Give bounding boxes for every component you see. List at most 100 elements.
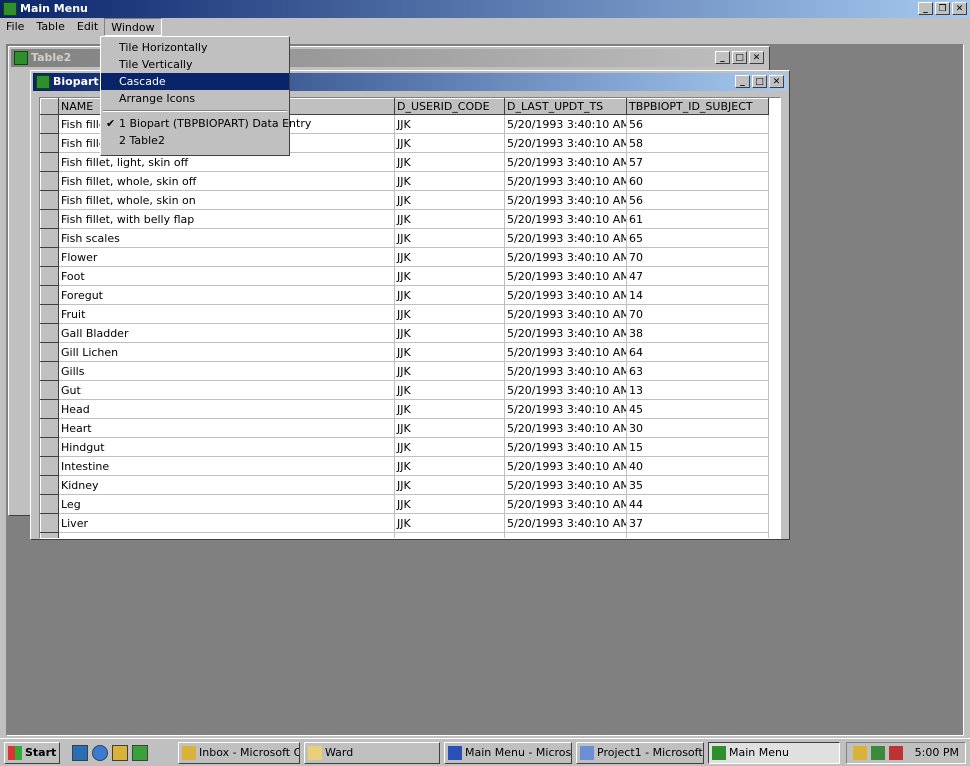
cell-last-updt[interactable]: 5/20/1993 3:40:10 AM	[504, 399, 627, 419]
taskbar-button-main-menu[interactable]: Main Menu	[708, 742, 840, 764]
cell-last-updt[interactable]: 5/20/1993 3:40:10 AM	[504, 513, 627, 533]
cell-last-updt[interactable]: 5/20/1993 3:40:10 AM	[504, 532, 627, 538]
cell-subject-id[interactable]: 15	[626, 437, 769, 457]
cell-userid[interactable]: JJK	[394, 247, 505, 267]
table-row[interactable]: Foot JJK 5/20/1993 3:40:10 AM 47	[40, 266, 769, 286]
menu-edit[interactable]: Edit	[71, 18, 104, 36]
cell-subject-id[interactable]: 30	[626, 418, 769, 438]
cell-subject-id[interactable]: 37	[626, 513, 769, 533]
cell-last-updt[interactable]: 5/20/1993 3:40:10 AM	[504, 266, 627, 286]
table-row[interactable]: Leg JJK 5/20/1993 3:40:10 AM 44	[40, 494, 769, 514]
table-row[interactable]: Fish fillet, with belly flap JJK 5/20/1993…	[40, 209, 769, 229]
window-menu-item[interactable]: Cascade	[101, 73, 289, 90]
cell-subject-id[interactable]: 58	[626, 133, 769, 153]
cell-userid[interactable]: JJK	[394, 475, 505, 495]
cell-userid[interactable]: JJK	[394, 342, 505, 362]
cell-subject-id[interactable]: 38	[626, 323, 769, 343]
cell-subject-id[interactable]: 30	[626, 532, 769, 538]
row-selector[interactable]	[40, 304, 59, 324]
row-selector[interactable]	[40, 133, 59, 153]
table-row[interactable]: Intestine JJK 5/20/1993 3:40:10 AM 40	[40, 456, 769, 476]
cell-last-updt[interactable]: 5/20/1993 3:40:10 AM	[504, 133, 627, 153]
cell-subject-id[interactable]: 70	[626, 304, 769, 324]
cell-last-updt[interactable]: 5/20/1993 3:40:10 AM	[504, 380, 627, 400]
table2-minimize-icon[interactable]: _	[715, 51, 730, 64]
cell-subject-id[interactable]: 63	[626, 361, 769, 381]
window-menu-item[interactable]: 2 Table2	[101, 132, 289, 149]
row-selector[interactable]	[40, 266, 59, 286]
cell-subject-id[interactable]: 56	[626, 190, 769, 210]
cell-name[interactable]: Fish fillet, whole, skin on	[58, 190, 395, 210]
cell-name[interactable]: Kidney	[58, 475, 395, 495]
cell-name[interactable]: Head	[58, 399, 395, 419]
table-row[interactable]: Fish fillet, whole, skin off JJK 5/20/1993…	[40, 171, 769, 191]
taskbar-button-ward[interactable]: Ward	[304, 742, 440, 764]
cell-last-updt[interactable]: 5/20/1993 3:40:10 AM	[504, 456, 627, 476]
row-selector[interactable]	[40, 399, 59, 419]
table-row[interactable]: Fish scales JJK 5/20/1993 3:40:10 AM 65	[40, 228, 769, 248]
start-button[interactable]: Start	[4, 742, 60, 764]
cell-name[interactable]: Fish fillet, with belly flap	[58, 209, 395, 229]
cell-last-updt[interactable]: 5/20/1993 3:40:10 AM	[504, 171, 627, 191]
cell-subject-id[interactable]: 47	[626, 266, 769, 286]
data-grid[interactable]: NAME D_USERID_CODE D_LAST_UPDT_TS TBPBIO…	[40, 98, 769, 538]
table-row[interactable]: Gut JJK 5/20/1993 3:40:10 AM 13	[40, 380, 769, 400]
cell-subject-id[interactable]: 13	[626, 380, 769, 400]
internet-explorer-icon[interactable]	[92, 745, 108, 761]
table-row[interactable]: Foregut JJK 5/20/1993 3:40:10 AM 14	[40, 285, 769, 305]
cell-userid[interactable]: JJK	[394, 532, 505, 538]
table-row[interactable]: Fish fillet, whole, skin on JJK 5/20/1993 …	[40, 190, 769, 210]
table-row[interactable]: Gall Bladder JJK 5/20/1993 3:40:10 AM 38	[40, 323, 769, 343]
table-row[interactable]: Gill Lichen JJK 5/20/1993 3:40:10 AM 64	[40, 342, 769, 362]
table2-close-icon[interactable]: ✕	[749, 51, 764, 64]
restore-icon[interactable]: ❐	[935, 2, 950, 15]
cell-last-updt[interactable]: 5/20/1993 3:40:10 AM	[504, 304, 627, 324]
cell-userid[interactable]: JJK	[394, 418, 505, 438]
cell-userid[interactable]: JJK	[394, 133, 505, 153]
tray-app-icon[interactable]	[889, 746, 903, 760]
column-header-userid[interactable]: D_USERID_CODE	[394, 98, 505, 115]
cell-name[interactable]: Gills	[58, 361, 395, 381]
row-selector[interactable]	[40, 494, 59, 514]
cell-subject-id[interactable]: 45	[626, 399, 769, 419]
table-row[interactable]: Hindgut JJK 5/20/1993 3:40:10 AM 15	[40, 437, 769, 457]
row-selector[interactable]	[40, 418, 59, 438]
cell-userid[interactable]: JJK	[394, 399, 505, 419]
row-selector[interactable]	[40, 456, 59, 476]
cell-name[interactable]: Gall Bladder	[58, 323, 395, 343]
cell-userid[interactable]: JJK	[394, 513, 505, 533]
cell-userid[interactable]: JJK	[394, 361, 505, 381]
menu-file[interactable]: File	[0, 18, 30, 36]
cell-userid[interactable]: JJK	[394, 228, 505, 248]
cell-last-updt[interactable]: 5/20/1993 3:40:10 AM	[504, 494, 627, 514]
window-menu-item[interactable]: Tile Vertically	[101, 56, 289, 73]
table-row[interactable]: Liver JJK 5/20/1993 3:40:10 AM 37	[40, 513, 769, 533]
cell-name[interactable]: Intestine	[58, 456, 395, 476]
cell-userid[interactable]: JJK	[394, 190, 505, 210]
table-row[interactable]: Kidney JJK 5/20/1993 3:40:10 AM 35	[40, 475, 769, 495]
cell-userid[interactable]: JJK	[394, 209, 505, 229]
cell-subject-id[interactable]: 70	[626, 247, 769, 267]
close-icon[interactable]: ✕	[952, 2, 967, 15]
minimize-icon[interactable]: _	[918, 2, 933, 15]
cell-userid[interactable]: JJK	[394, 437, 505, 457]
row-selector[interactable]	[40, 532, 59, 538]
table-row[interactable]: Flower JJK 5/20/1993 3:40:10 AM 70	[40, 247, 769, 267]
cell-userid[interactable]: JJK	[394, 380, 505, 400]
cell-name[interactable]: Liver, skin, medicine	[58, 532, 395, 538]
row-selector[interactable]	[40, 152, 59, 172]
cell-userid[interactable]: JJK	[394, 285, 505, 305]
cell-userid[interactable]: JJK	[394, 266, 505, 286]
cell-last-updt[interactable]: 5/20/1993 3:40:10 AM	[504, 228, 627, 248]
cell-subject-id[interactable]: 61	[626, 209, 769, 229]
column-header-subject-id[interactable]: TBPBIOPT_ID_SUBJECT	[626, 98, 769, 115]
cell-last-updt[interactable]: 5/20/1993 3:40:10 AM	[504, 247, 627, 267]
cell-subject-id[interactable]: 14	[626, 285, 769, 305]
cell-userid[interactable]: JJK	[394, 114, 505, 134]
cell-userid[interactable]: JJK	[394, 323, 505, 343]
cell-subject-id[interactable]: 35	[626, 475, 769, 495]
window-menu-item[interactable]: Tile Horizontally	[101, 39, 289, 56]
cell-name[interactable]: Hindgut	[58, 437, 395, 457]
cell-last-updt[interactable]: 5/20/1993 3:40:10 AM	[504, 323, 627, 343]
cell-subject-id[interactable]: 44	[626, 494, 769, 514]
